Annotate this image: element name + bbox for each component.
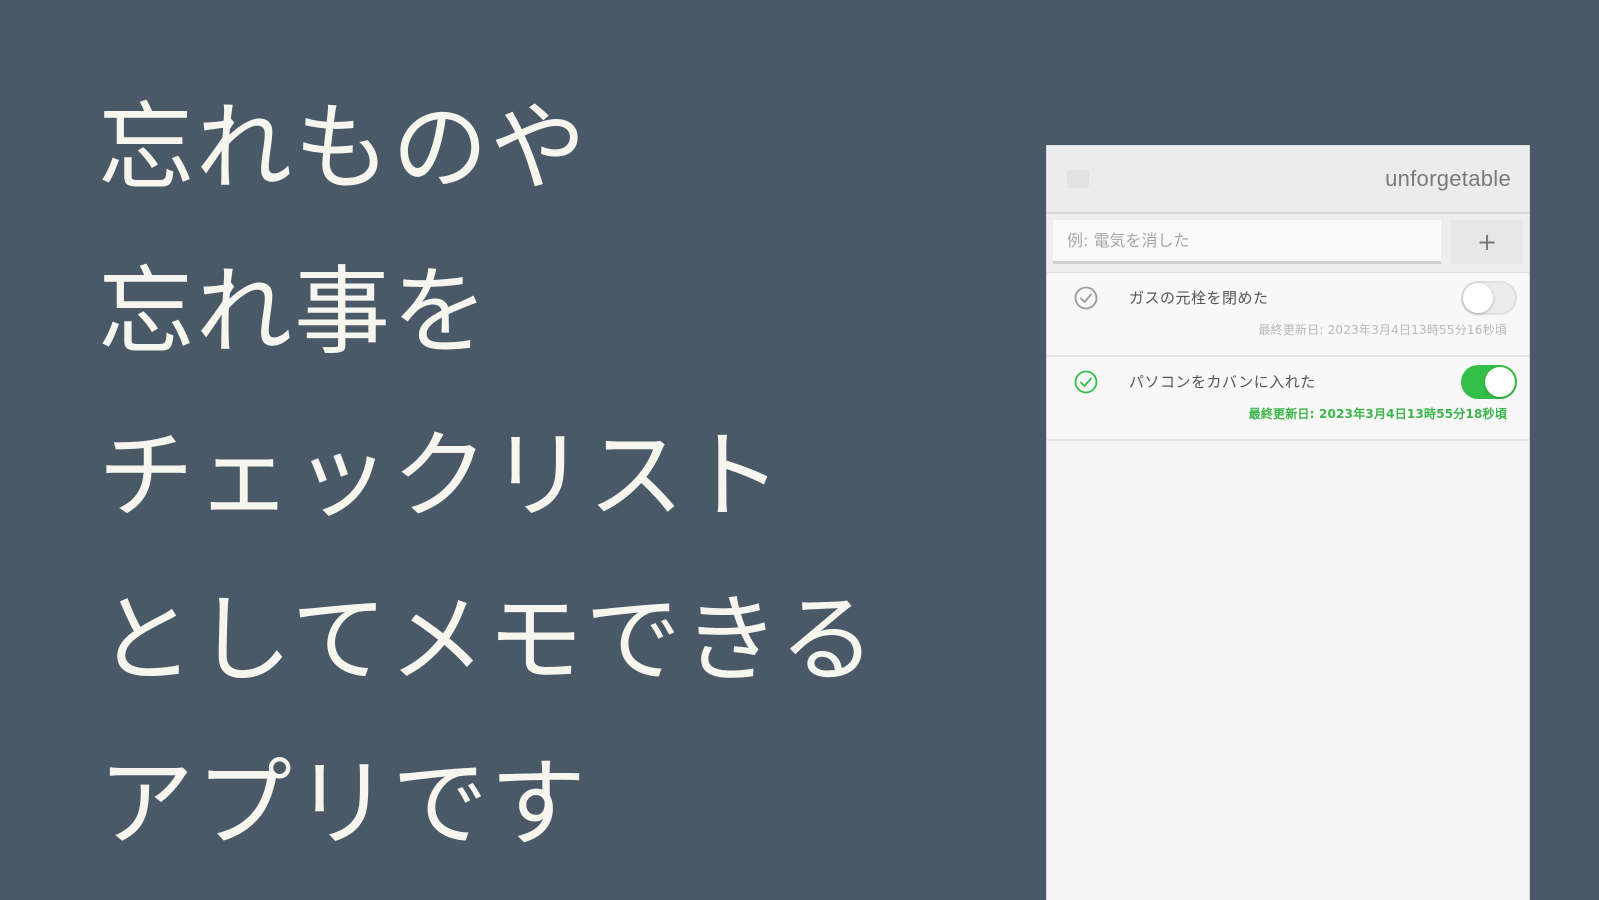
headline-line: 忘れものや <box>98 92 588 204</box>
app-header: unforgetable <box>1047 146 1529 214</box>
add-task-button[interactable]: + <box>1451 220 1523 264</box>
headline: 忘れものや 忘れ事を チェックリスト としてメモできる アプリです <box>98 66 877 886</box>
task-item: ガスの元栓を閉めた 最終更新日: 2023年3月4日13時55分16秒頃 <box>1047 273 1529 357</box>
task-timestamp: 最終更新日: 2023年3月4日13時55分18秒頃 <box>1248 407 1507 421</box>
toggle-knob <box>1463 283 1493 313</box>
app-title: unforgetable <box>1385 166 1511 191</box>
headline-line: としてメモできる <box>98 584 878 696</box>
task-toggle[interactable] <box>1461 365 1517 399</box>
toggle-knob <box>1485 367 1515 397</box>
task-toggle[interactable] <box>1461 281 1517 315</box>
phone-mockup: unforgetable + ガスの元栓を閉めた 最終更新日: 2023年3月4… <box>1047 146 1529 900</box>
task-label: ガスの元栓を閉めた <box>1129 289 1269 307</box>
task-item: パソコンをカバンに入れた 最終更新日: 2023年3月4日13時55分18秒頃 <box>1047 357 1529 441</box>
task-list: ガスの元栓を閉めた 最終更新日: 2023年3月4日13時55分16秒頃 パソコ… <box>1047 273 1529 441</box>
headline-line: アプリです <box>98 748 588 860</box>
headline-line: チェックリスト <box>98 420 784 532</box>
check-circle-icon <box>1073 369 1099 395</box>
task-timestamp: 最終更新日: 2023年3月4日13時55分16秒頃 <box>1258 323 1507 337</box>
add-task-row: + <box>1047 214 1529 273</box>
promo-screen: 忘れものや 忘れ事を チェックリスト としてメモできる アプリです unforg… <box>0 0 1599 900</box>
task-input[interactable] <box>1053 220 1441 264</box>
check-circle-icon <box>1073 285 1099 311</box>
menu-icon[interactable] <box>1067 170 1089 188</box>
headline-line: 忘れ事を <box>98 256 490 368</box>
task-label: パソコンをカバンに入れた <box>1129 373 1316 391</box>
